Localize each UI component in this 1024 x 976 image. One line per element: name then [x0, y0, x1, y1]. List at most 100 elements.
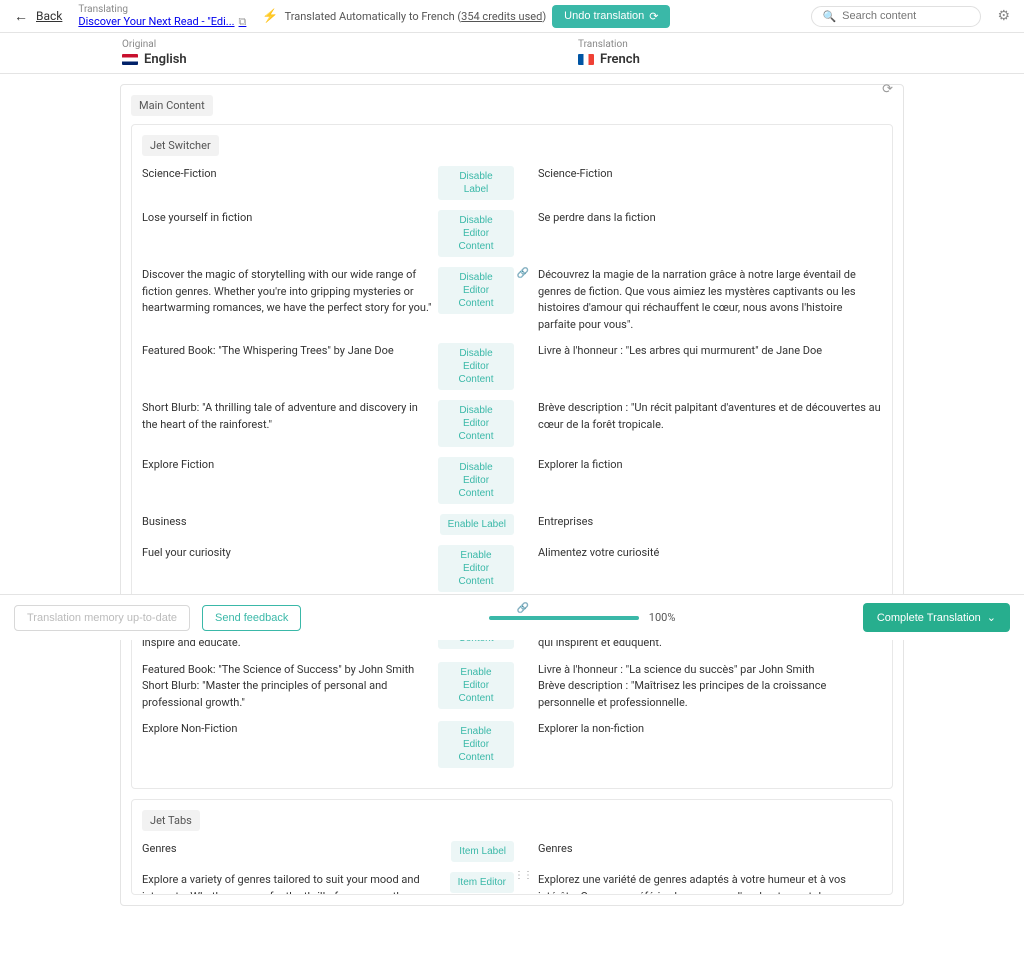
- doc-title: Discover Your Next Read - "Edi...: [78, 15, 234, 28]
- target-text[interactable]: Science-Fiction: [532, 166, 882, 183]
- send-feedback-button[interactable]: Send feedback: [202, 605, 301, 631]
- credits-used[interactable]: 354 credits used: [461, 10, 542, 23]
- flag-fr-icon: [578, 54, 594, 65]
- target-text[interactable]: Livre à l'honneur : "La science du succè…: [532, 662, 882, 712]
- complete-label: Complete Translation: [877, 612, 981, 624]
- target-text[interactable]: Livre à l'honneur : "Les arbres qui murm…: [532, 343, 882, 360]
- source-text[interactable]: Explore a variety of genres tailored to …: [142, 872, 444, 895]
- back-link[interactable]: ← Back: [14, 8, 62, 25]
- language-header: Original English Translation French: [0, 33, 1024, 74]
- bottombar: Translation memory up-to-date Send feedb…: [0, 594, 1024, 640]
- row-action-button[interactable]: Enable Editor Content: [438, 662, 514, 709]
- back-text: Back: [36, 9, 62, 23]
- progress-wrap: 100%: [313, 611, 850, 624]
- row-action-button[interactable]: Enable Editor Content: [438, 545, 514, 592]
- search-wrap[interactable]: 🔍: [811, 6, 981, 27]
- target-text[interactable]: Découvrez la magie de la narration grâce…: [532, 267, 882, 333]
- undo-label: Undo translation: [564, 10, 644, 22]
- target-text[interactable]: Entreprises: [532, 514, 882, 531]
- original-lang-name: English: [144, 52, 187, 67]
- search-input[interactable]: [842, 10, 984, 22]
- source-text[interactable]: Science-Fiction: [142, 166, 432, 183]
- translation-row: Lose yourself in fiction Disable Editor C…: [142, 210, 882, 257]
- translation-row: Genres Item Label Genres: [142, 841, 882, 862]
- target-text[interactable]: Se perdre dans la fiction: [532, 210, 882, 227]
- translation-row: Explore Non-Fiction Enable Editor Content…: [142, 721, 882, 768]
- target-text[interactable]: Brève description : "Un récit palpitant …: [532, 400, 882, 433]
- target-text[interactable]: Explorez une variété de genres adaptés à…: [532, 872, 882, 895]
- row-action-button[interactable]: Disable Editor Content: [438, 400, 514, 447]
- translation-row: Explore Fiction Disable Editor Content Exp…: [142, 457, 882, 504]
- arrow-left-icon: ←: [14, 8, 28, 25]
- translation-memory-button: Translation memory up-to-date: [14, 605, 190, 631]
- bolt-icon: ⚡: [262, 9, 278, 24]
- main-content-tag: Main Content: [131, 95, 213, 116]
- jet-tabs-panel: Jet Tabs Genres Item Label Genres Explore a…: [131, 799, 893, 895]
- complete-translation-button[interactable]: Complete Translation ⌄: [863, 603, 1010, 632]
- translation-lang-col: Translation French: [568, 39, 1024, 67]
- row-action-button[interactable]: Item Label: [451, 841, 514, 862]
- translating-label: Translating: [78, 4, 246, 15]
- drag-handle-icon[interactable]: ⋮⋮: [514, 872, 532, 879]
- translation-lang-name: French: [600, 52, 640, 67]
- source-text[interactable]: Featured Book: "The Science of Success" …: [142, 662, 432, 712]
- content-area: ⟳ Main Content Jet Switcher Science-Fict…: [0, 74, 1024, 976]
- refresh-icon: ⟳: [649, 10, 658, 23]
- jet-tabs-tag: Jet Tabs: [142, 810, 200, 831]
- row-action-button[interactable]: Disable Editor Content: [438, 343, 514, 390]
- chevron-down-icon: ⌄: [987, 611, 996, 624]
- target-text[interactable]: Genres: [532, 841, 882, 858]
- row-action-button[interactable]: Disable Editor Content: [438, 267, 514, 314]
- undo-translation-button[interactable]: Undo translation ⟳: [552, 5, 670, 28]
- source-text[interactable]: Business: [142, 514, 434, 531]
- row-action-button[interactable]: Disable Label: [438, 166, 514, 200]
- progress-track: [489, 616, 639, 620]
- target-text[interactable]: Explorer la fiction: [532, 457, 882, 474]
- source-text[interactable]: Featured Book: "The Whispering Trees" by…: [142, 343, 432, 360]
- source-text[interactable]: Short Blurb: "A thrilling tale of advent…: [142, 400, 432, 433]
- auto-text-post: ): [542, 10, 546, 23]
- auto-text-pre: Translated Automatically to French (: [285, 10, 462, 23]
- source-text[interactable]: Genres: [142, 841, 445, 858]
- row-action-button[interactable]: Disable Editor Content: [438, 457, 514, 504]
- source-text[interactable]: Explore Non-Fiction: [142, 721, 432, 738]
- translation-row: Explore a variety of genres tailored to …: [142, 872, 882, 895]
- auto-translate-status: ⚡ Translated Automatically to French (35…: [262, 5, 670, 28]
- original-label: Original: [122, 39, 568, 50]
- jet-switcher-tag: Jet Switcher: [142, 135, 219, 156]
- translation-row: Featured Book: "The Whispering Trees" by…: [142, 343, 882, 390]
- link-icon[interactable]: 🔗: [517, 267, 529, 280]
- jet-switcher-panel: Jet Switcher Science-Fiction Disable Labe…: [131, 124, 893, 789]
- settings-icon[interactable]: ⚙: [997, 8, 1010, 24]
- row-action-button[interactable]: Disable Editor Content: [438, 210, 514, 257]
- translation-row: Discover the magic of storytelling with …: [142, 267, 882, 333]
- translation-row: Fuel your curiosity Enable Editor Content…: [142, 545, 882, 592]
- translating-block: Translating Discover Your Next Read - "E…: [78, 4, 246, 29]
- search-icon: 🔍: [822, 10, 836, 23]
- translation-row: Science-Fiction Disable Label Science-Fict…: [142, 166, 882, 200]
- topbar: ← Back Translating Discover Your Next Re…: [0, 0, 1024, 33]
- link-icon[interactable]: 🔗: [517, 602, 529, 615]
- panel-refresh-icon[interactable]: ⟳: [882, 82, 893, 97]
- translation-row: Short Blurb: "A thrilling tale of advent…: [142, 400, 882, 447]
- row-action-button[interactable]: Enable Label: [440, 514, 514, 535]
- progress-label: 100%: [649, 611, 676, 624]
- progress-fill: [489, 616, 639, 620]
- flag-en-icon: [122, 54, 138, 65]
- row-divider: ⋮⋮: [514, 872, 532, 879]
- source-text[interactable]: Discover the magic of storytelling with …: [142, 267, 432, 317]
- row-action-button[interactable]: Item Editor: [450, 872, 514, 893]
- original-lang-col: Original English: [0, 39, 568, 67]
- doc-title-link[interactable]: Discover Your Next Read - "Edi... ⧉: [78, 15, 246, 29]
- translation-row: Featured Book: "The Science of Success" …: [142, 662, 882, 712]
- main-panel: ⟳ Main Content Jet Switcher Science-Fict…: [120, 84, 904, 906]
- target-text[interactable]: Alimentez votre curiosité: [532, 545, 882, 562]
- translation-row: Business Enable Label Entreprises: [142, 514, 882, 535]
- row-action-button[interactable]: Enable Editor Content: [438, 721, 514, 768]
- translation-label: Translation: [578, 39, 1024, 50]
- source-text[interactable]: Lose yourself in fiction: [142, 210, 432, 227]
- source-text[interactable]: Explore Fiction: [142, 457, 432, 474]
- target-text[interactable]: Explorer la non-fiction: [532, 721, 882, 738]
- external-link-icon: ⧉: [239, 15, 247, 29]
- source-text[interactable]: Fuel your curiosity: [142, 545, 432, 562]
